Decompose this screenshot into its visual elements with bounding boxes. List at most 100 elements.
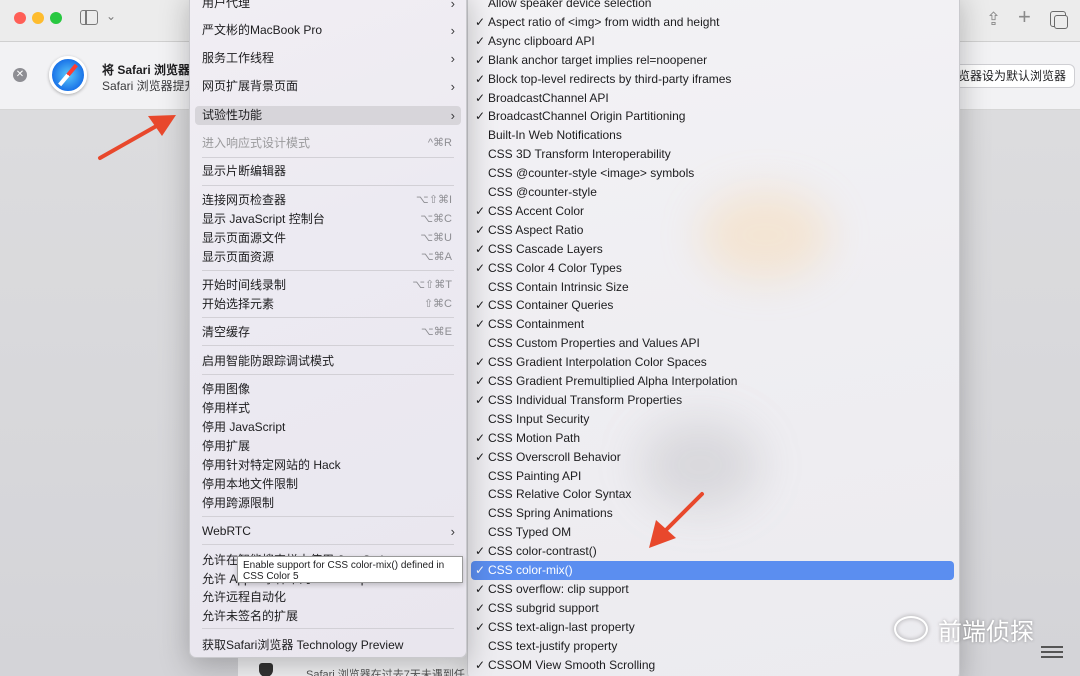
feature-item[interactable]: ✓ CSS Color 4 Color Types [471, 259, 954, 278]
feature-item[interactable]: CSS Contain Intrinsic Size [471, 278, 954, 297]
menu-item-label: 停用本地文件限制 [202, 477, 299, 491]
feature-label: Allow speaker device selection [488, 0, 652, 10]
checkmark-icon: ✓ [475, 90, 486, 105]
feature-label: CSS Overscroll Behavior [488, 449, 621, 464]
feature-item[interactable]: ✓ BroadcastChannel API [471, 89, 954, 108]
feature-item[interactable]: CSS Painting API [471, 467, 954, 486]
sidebar-toggle-icon[interactable] [80, 10, 98, 25]
set-default-browser-button[interactable]: 览器设为默认浏览器 [946, 64, 1076, 88]
feature-label: Aspect ratio of <img> from width and hei… [488, 14, 720, 29]
feature-item[interactable]: CSS Spring Animations [471, 504, 954, 523]
feature-item[interactable]: Allow speaker device selection [471, 0, 954, 13]
chevron-right-icon: › [450, 524, 455, 539]
close-icon[interactable]: ✕ [13, 68, 27, 82]
feature-item[interactable]: ✓ CSS color-contrast() [471, 542, 954, 561]
develop-menu-item[interactable]: 连接网页检查器 ⌥⇧⌘I [195, 191, 461, 210]
develop-menu-item[interactable]: 进入响应式设计模式 ^⌘R [195, 134, 461, 153]
minimize-window-button[interactable] [32, 12, 44, 24]
menu-item-label: 停用图像 [202, 382, 251, 396]
feature-label: CSS Contain Intrinsic Size [488, 279, 629, 294]
feature-item[interactable]: ✓ CSS Individual Transform Properties [471, 391, 954, 410]
develop-menu-item[interactable]: 停用跨源限制 [195, 494, 461, 513]
close-window-button[interactable] [14, 12, 26, 24]
develop-menu-item[interactable]: 停用针对特定网站的 Hack [195, 456, 461, 475]
feature-item[interactable]: ✓ CSS Motion Path [471, 429, 954, 448]
feature-item[interactable]: ✓ CSS Gradient Interpolation Color Spaces [471, 353, 954, 372]
develop-menu-item[interactable]: 允许未签名的扩展 [195, 607, 461, 626]
feature-item[interactable]: CSS Custom Properties and Values API [471, 334, 954, 353]
checkmark-icon: ✓ [475, 298, 486, 313]
menu-item-label: 允许未签名的扩展 [202, 609, 299, 623]
menu-item-label: 服务工作线程 [202, 51, 275, 65]
feature-item[interactable]: CSS Relative Color Syntax [471, 485, 954, 504]
zoom-window-button[interactable] [50, 12, 62, 24]
checkmark-icon: ✓ [475, 317, 486, 332]
develop-menu-item[interactable]: 用户代理 › [195, 0, 461, 13]
feature-item[interactable]: Built-In Web Notifications [471, 126, 954, 145]
feature-item[interactable]: ✓ CSS Accent Color [471, 202, 954, 221]
feature-item[interactable]: CSS text-justify property [471, 637, 954, 656]
feature-item[interactable]: ✓ CSS Containment [471, 315, 954, 334]
develop-menu-item[interactable]: 启用智能防跟踪调试模式 [195, 352, 461, 371]
sliders-icon[interactable] [1041, 643, 1063, 663]
develop-menu-item[interactable]: 清空缓存 ⌥⌘E [195, 323, 461, 342]
develop-menu-item[interactable]: 停用本地文件限制 [195, 475, 461, 494]
feature-label: CSS subgrid support [488, 600, 599, 615]
develop-menu-item[interactable]: 显示页面源文件 ⌥⌘U [195, 229, 461, 248]
menu-item-label: WebRTC [202, 524, 251, 538]
feature-item[interactable]: CSS Input Security [471, 410, 954, 429]
feature-item[interactable]: ✓ CSS Gradient Premultiplied Alpha Interp… [471, 372, 954, 391]
develop-menu-item[interactable]: 显示页面资源 ⌥⌘A [195, 248, 461, 267]
feature-item[interactable]: ✓ CSS overflow: clip support [471, 580, 954, 599]
keyboard-shortcut: ⌥⌘E [420, 326, 452, 338]
develop-menu-item[interactable]: 停用扩展 [195, 437, 461, 456]
feature-label: CSS text-align-last property [488, 619, 635, 634]
tab-overview-icon[interactable] [1050, 11, 1068, 29]
develop-menu-item[interactable]: 允许远程自动化 [195, 588, 461, 607]
develop-menu-item[interactable]: WebRTC › [195, 522, 461, 541]
menu-item-label: 清空缓存 [202, 325, 251, 339]
develop-menu-item[interactable]: 服务工作线程 › [195, 49, 461, 68]
chevron-down-icon[interactable]: ⌄ [106, 9, 116, 23]
checkmark-icon: ✓ [475, 430, 486, 445]
menu-item-label: 进入响应式设计模式 [202, 136, 311, 150]
develop-menu-item[interactable]: 停用 JavaScript [195, 418, 461, 437]
feature-item[interactable]: ✓ Async clipboard API [471, 32, 954, 51]
checkmark-icon: ✓ [475, 109, 486, 124]
feature-item[interactable]: ✓ CSSOM View Smooth Scrolling [471, 656, 954, 675]
feature-item[interactable]: ✓ CSS color-mix() [471, 561, 954, 580]
develop-menu-item[interactable]: 试验性功能 › [195, 106, 461, 125]
feature-item[interactable]: ✓ CSS Aspect Ratio [471, 221, 954, 240]
feature-item[interactable]: ✓ CSS Container Queries [471, 296, 954, 315]
feature-label: CSS color-mix() [488, 563, 573, 577]
feature-item[interactable]: CSS 3D Transform Interoperability [471, 145, 954, 164]
feature-item[interactable]: ✓ Aspect ratio of <img> from width and he… [471, 13, 954, 32]
wechat-icon [894, 616, 928, 642]
develop-menu-item[interactable]: 显示片断编辑器 [195, 162, 461, 181]
checkmark-icon: ✓ [475, 392, 486, 407]
feature-item[interactable]: ✓ Blank anchor target implies rel=noopene… [471, 51, 954, 70]
feature-item[interactable]: ✓ CSS text-align-last property [471, 618, 954, 637]
develop-menu-item[interactable]: 停用样式 [195, 399, 461, 418]
feature-item[interactable]: CSS @counter-style <image> symbols [471, 164, 954, 183]
develop-menu-item[interactable]: 开始选择元素 ⇧⌘C [195, 295, 461, 314]
develop-menu-item[interactable]: 网页扩展背景页面 › [195, 77, 461, 96]
keyboard-shortcut: ⌥⇧⌘I [416, 194, 452, 206]
develop-menu-item[interactable]: 严文彬的MacBook Pro › [195, 21, 461, 40]
menu-item-label: 连接网页检查器 [202, 193, 287, 207]
develop-menu-item[interactable]: 显示 JavaScript 控制台 ⌥⌘C [195, 210, 461, 229]
feature-item[interactable]: ✓ CSS subgrid support [471, 599, 954, 618]
tooltip-line: CSS Color 5 [243, 571, 299, 582]
feature-item[interactable]: ✓ Block top-level redirects by third-part… [471, 70, 954, 89]
share-icon[interactable]: ⇪ [986, 9, 1001, 30]
feature-item[interactable]: CSS Typed OM [471, 523, 954, 542]
develop-menu-item[interactable]: 开始时间线录制 ⌥⇧⌘T [195, 276, 461, 295]
feature-item[interactable]: ✓ CSS Cascade Layers [471, 240, 954, 259]
develop-menu-item[interactable]: 停用图像 [195, 380, 461, 399]
develop-menu-item[interactable]: 获取Safari浏览器 Technology Preview [195, 636, 461, 655]
menu-item-label: 停用针对特定网站的 Hack [202, 458, 341, 472]
feature-item[interactable]: ✓ CSS Overscroll Behavior [471, 448, 954, 467]
feature-item[interactable]: CSS @counter-style [471, 183, 954, 202]
feature-item[interactable]: ✓ BroadcastChannel Origin Partitioning [471, 107, 954, 126]
new-tab-icon[interactable]: + [1018, 4, 1031, 30]
